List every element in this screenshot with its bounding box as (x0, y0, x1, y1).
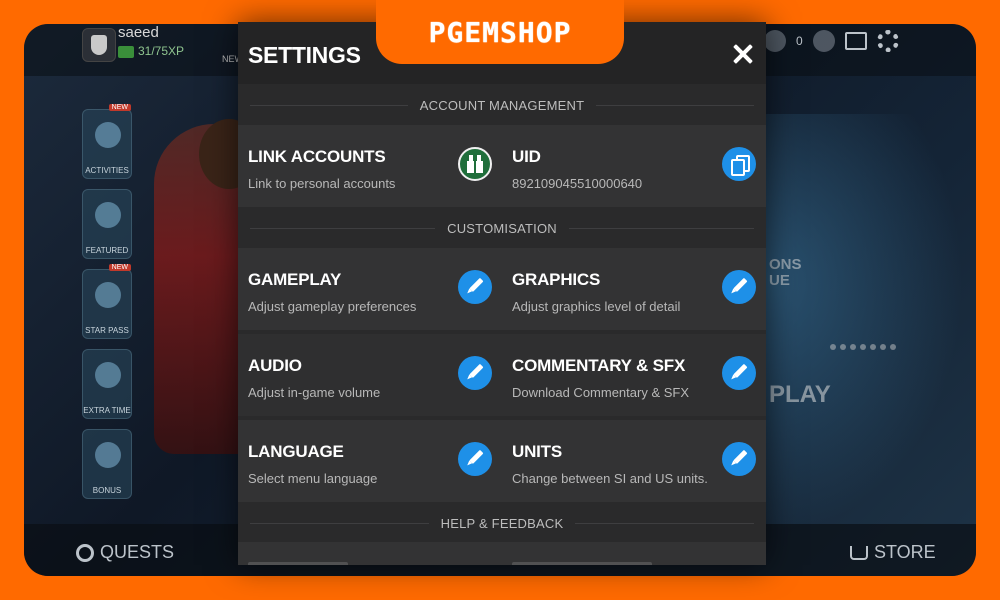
settings-title: SETTINGS (248, 42, 361, 68)
gameplay-item[interactable]: GAMEPLAY Adjust gameplay preferences (238, 248, 502, 330)
settings-row-help-partial[interactable] (238, 542, 766, 565)
edit-gameplay-button[interactable] (458, 270, 492, 304)
pencil-icon (462, 274, 487, 299)
clock-icon (95, 362, 121, 388)
level-badge (118, 46, 134, 58)
section-label: HELP & FEEDBACK (440, 515, 564, 531)
event-banner-text: ONS UE (769, 256, 802, 289)
settings-modal: SETTINGS ACCOUNT MANAGEMENT LINK ACCOUNT… (238, 22, 766, 565)
settings-row-account: LINK ACCOUNTS Link to personal accounts … (238, 125, 766, 207)
cut-off-item-title (512, 562, 652, 565)
pencil-icon (462, 360, 487, 385)
language-item[interactable]: LANGUAGE Select menu language (238, 420, 502, 502)
side-tile-label: ACTIVITIES (85, 166, 129, 175)
item-title: GRAPHICS (512, 270, 601, 289)
new-tag: NEW (108, 104, 131, 111)
item-subtitle: Select menu language (248, 471, 378, 486)
side-tile-label: STAR PASS (85, 326, 129, 335)
copy-uid-button[interactable] (722, 147, 756, 181)
friends-icon[interactable] (812, 30, 835, 52)
edit-graphics-button[interactable] (722, 270, 756, 304)
pencil-icon (726, 446, 751, 471)
item-subtitle: Adjust gameplay preferences (248, 299, 417, 314)
featured-icon (95, 202, 121, 228)
side-tile-label: EXTRA TIME (83, 406, 131, 415)
item-title: UID (512, 147, 541, 166)
coin-count: 0 (796, 34, 803, 48)
gear-icon[interactable] (876, 30, 899, 52)
carousel-dots (830, 344, 896, 350)
side-tile-label: BONUS (92, 486, 122, 495)
section-label: CUSTOMISATION (447, 220, 557, 236)
units-item[interactable]: UNITS Change between SI and US units. (502, 420, 766, 502)
cart-icon (850, 545, 868, 560)
top-right-toolbar: 0 (764, 30, 899, 52)
edit-units-button[interactable] (722, 442, 756, 476)
pencil-icon (726, 274, 751, 299)
settings-row-language: LANGUAGE Select menu language UNITS Chan… (238, 420, 766, 502)
item-subtitle: Change between SI and US units. (512, 471, 708, 486)
section-label: ACCOUNT MANAGEMENT (419, 97, 585, 113)
xp-progress: 31/75XP (138, 44, 185, 58)
gift-icon (466, 155, 484, 173)
item-subtitle: Adjust graphics level of detail (512, 299, 681, 314)
uid-item[interactable]: UID 892109045510000640 (502, 125, 766, 207)
side-tile-featured[interactable]: FEATURED (82, 189, 132, 259)
side-tile-star-pass[interactable]: NEW STAR PASS (82, 264, 132, 339)
edit-audio-button[interactable] (458, 356, 492, 390)
settings-row-audio: AUDIO Adjust in-game volume COMMENTARY &… (238, 334, 766, 416)
item-title: COMMENTARY & SFX (512, 356, 686, 375)
graphics-item[interactable]: GRAPHICS Adjust graphics level of detail (502, 248, 766, 330)
username: saeed (118, 24, 159, 41)
new-tag: NEW (108, 264, 131, 271)
side-tile-activities[interactable]: NEW ACTIVITIES (82, 104, 132, 179)
gift-button[interactable] (458, 147, 492, 181)
close-icon[interactable] (728, 40, 758, 70)
side-tile-label: FEATURED (85, 246, 129, 255)
pencil-icon (462, 446, 487, 471)
store-label: STORE (874, 542, 936, 562)
coin-icon (764, 30, 786, 52)
play-tile-label: PLAY (769, 381, 831, 408)
item-title: GAMEPLAY (248, 270, 342, 289)
section-customisation: CUSTOMISATION (238, 217, 766, 239)
target-icon (76, 543, 94, 562)
edit-language-button[interactable] (458, 442, 492, 476)
club-badge-avatar[interactable] (82, 28, 116, 62)
bonus-icon (95, 442, 121, 468)
side-tile-bonus[interactable]: BONUS (82, 429, 132, 499)
edit-commentary-button[interactable] (722, 356, 756, 390)
item-title: UNITS (512, 442, 563, 461)
side-tile-extra-time[interactable]: EXTRA TIME (82, 349, 132, 419)
uid-value: 892109045510000640 (512, 176, 643, 191)
settings-row-gameplay: GAMEPLAY Adjust gameplay preferences GRA… (238, 248, 766, 330)
store-button[interactable]: STORE (850, 542, 936, 563)
cut-off-item-title (248, 562, 348, 565)
link-accounts-item[interactable]: LINK ACCOUNTS Link to personal accounts (238, 125, 502, 207)
item-subtitle: Download Commentary & SFX (512, 385, 690, 400)
section-help-feedback: HELP & FEEDBACK (238, 512, 766, 534)
item-title: LANGUAGE (248, 442, 344, 461)
copy-icon (731, 155, 750, 176)
star-icon (95, 282, 121, 308)
quests-label: QUESTS (100, 542, 175, 562)
pgemshop-logo: PGEMSHOP (376, 0, 624, 64)
section-account-management: ACCOUNT MANAGEMENT (238, 94, 766, 116)
audio-item[interactable]: AUDIO Adjust in-game volume (238, 334, 502, 416)
item-title: LINK ACCOUNTS (248, 147, 386, 166)
logo-text: PGEMSHOP (428, 15, 572, 49)
pencil-icon (726, 360, 751, 385)
commentary-item[interactable]: COMMENTARY & SFX Download Commentary & S… (502, 334, 766, 416)
item-title: AUDIO (248, 356, 302, 375)
quests-button[interactable]: QUESTS (76, 542, 174, 563)
item-subtitle: Adjust in-game volume (248, 385, 381, 400)
globe-icon (95, 122, 121, 148)
mail-icon[interactable] (844, 32, 867, 50)
item-subtitle: Link to personal accounts (248, 176, 396, 191)
